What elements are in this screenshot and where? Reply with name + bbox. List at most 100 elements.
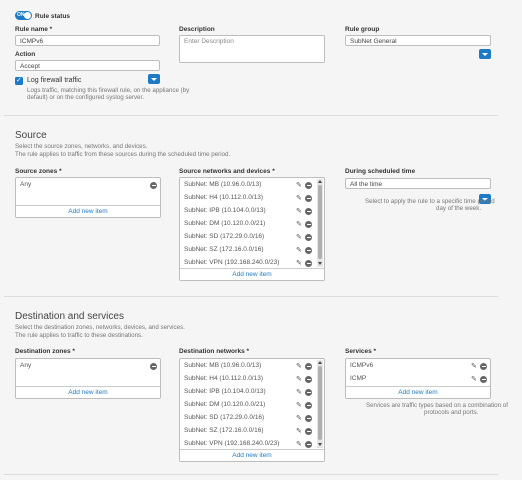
- list-item[interactable]: SubNet: SD (172.29.0.0/16) ✎: [180, 412, 324, 424]
- log-checkbox[interactable]: ✓: [15, 77, 23, 85]
- schedule-select[interactable]: All the time: [345, 178, 491, 189]
- list-item[interactable]: ICMP ✎: [346, 373, 490, 385]
- list-item[interactable]: SubNet: H4 (10.112.0.0/13) ✎: [180, 192, 324, 204]
- list-item-label: SubNet: MB (10.96.0.0/13): [184, 181, 262, 188]
- pencil-icon[interactable]: ✎: [296, 441, 303, 448]
- list-item[interactable]: SubNet: DM (10.120.0.0/21) ✎: [180, 218, 324, 230]
- pencil-icon[interactable]: ✎: [296, 195, 303, 202]
- services-list[interactable]: ICMPv6 ✎ ICMP ✎ Add new item: [345, 358, 491, 399]
- source-zones-list[interactable]: Any Add new item: [15, 177, 161, 218]
- add-destination-zone-button[interactable]: Add new item: [16, 386, 160, 398]
- list-item[interactable]: SubNet: MB (10.96.0.0/13) ✎: [180, 179, 324, 191]
- remove-icon[interactable]: [305, 259, 312, 267]
- list-item[interactable]: SubNet: IPB (10.104.0.0/13) ✎: [180, 386, 324, 398]
- pencil-icon[interactable]: ✎: [296, 234, 303, 241]
- pencil-icon[interactable]: ✎: [471, 376, 478, 383]
- pencil-icon[interactable]: ✎: [296, 182, 303, 189]
- rule-name-value: ICMPv6: [20, 38, 44, 45]
- list-item[interactable]: SubNet: SZ (172.16.0.0/16) ✎: [180, 244, 324, 256]
- list-item-label: SubNet: H4 (10.112.0.0/13): [184, 375, 264, 382]
- list-item[interactable]: SubNet: H4 (10.112.0.0/13) ✎: [180, 373, 324, 385]
- log-dropdown-icon[interactable]: [148, 74, 160, 84]
- action-value: Accept: [20, 63, 40, 70]
- list-item[interactable]: SubNet: SD (172.29.0.0/16) ✎: [180, 231, 324, 243]
- scroll-down-icon[interactable]: [317, 262, 322, 265]
- pencil-icon[interactable]: ✎: [296, 260, 303, 267]
- add-destination-network-button[interactable]: Add new item: [180, 449, 324, 461]
- destination-networks-list[interactable]: SubNet: MB (10.96.0.0/13) ✎ SubNet: H4 (1…: [179, 358, 325, 462]
- description-textarea[interactable]: Enter Description: [179, 35, 325, 63]
- pencil-icon[interactable]: ✎: [296, 428, 303, 435]
- list-item[interactable]: SubNet: DM (10.120.0.0/21) ✎: [180, 399, 324, 411]
- rule-group-dropdown-icon[interactable]: [479, 49, 491, 59]
- pencil-icon[interactable]: ✎: [296, 363, 303, 370]
- pencil-icon[interactable]: ✎: [296, 415, 303, 422]
- remove-icon[interactable]: [305, 220, 312, 228]
- remove-icon[interactable]: [480, 375, 487, 383]
- scrollbar-thumb[interactable]: [318, 185, 322, 259]
- list-item[interactable]: Any: [16, 179, 160, 191]
- remove-icon[interactable]: [305, 362, 312, 370]
- add-source-zone-button[interactable]: Add new item: [16, 205, 160, 217]
- remove-icon[interactable]: [305, 233, 312, 241]
- list-item-label: ICMP: [350, 375, 367, 382]
- action-select[interactable]: Accept: [15, 60, 160, 71]
- pencil-icon[interactable]: ✎: [296, 376, 303, 383]
- list-item-label: SubNet: IPB (10.104.0.0/13): [184, 207, 266, 214]
- list-item[interactable]: ICMPv6 ✎: [346, 360, 490, 372]
- list-item-label: SubNet: H4 (10.112.0.0/13): [184, 194, 264, 201]
- list-item-label: SubNet: IPB (10.104.0.0/13): [184, 388, 266, 395]
- remove-icon[interactable]: [150, 181, 157, 189]
- remove-icon[interactable]: [305, 207, 312, 215]
- remove-icon[interactable]: [305, 375, 312, 383]
- list-item[interactable]: SubNet: SZ (172.16.0.0/16) ✎: [180, 425, 324, 437]
- scrollbar-thumb[interactable]: [318, 366, 322, 440]
- remove-icon[interactable]: [305, 194, 312, 202]
- list-item[interactable]: SubNet: IPB (10.104.0.0/13) ✎: [180, 205, 324, 217]
- pencil-icon[interactable]: ✎: [471, 363, 478, 370]
- scroll-up-icon[interactable]: [317, 180, 322, 183]
- source-title: Source: [15, 130, 47, 141]
- remove-icon[interactable]: [305, 440, 312, 448]
- source-networks-label: Source networks and devices *: [179, 168, 275, 175]
- rule-name-input[interactable]: ICMPv6: [15, 35, 160, 46]
- list-item-label: Any: [20, 362, 32, 369]
- list-item-label: Any: [20, 181, 32, 188]
- pencil-icon[interactable]: ✎: [296, 402, 303, 409]
- add-source-network-button[interactable]: Add new item: [180, 268, 324, 280]
- pencil-icon[interactable]: ✎: [296, 221, 303, 228]
- scroll-down-icon[interactable]: [317, 443, 322, 446]
- scrollbar[interactable]: [317, 179, 323, 267]
- toggle-knob: [24, 12, 31, 19]
- destination-title: Destination and services: [15, 311, 124, 322]
- list-item-label: SubNet: SD (172.29.0.0/16): [184, 414, 265, 421]
- source-desc-line1: Select the source zones, networks, and d…: [15, 143, 148, 150]
- list-item-label: SubNet: VPN (192.168.240.0/23): [184, 440, 280, 447]
- divider-3: [4, 474, 498, 475]
- remove-icon[interactable]: [305, 388, 312, 396]
- source-networks-list[interactable]: SubNet: MB (10.96.0.0/13) ✎ SubNet: H4 (1…: [179, 177, 325, 281]
- pencil-icon[interactable]: ✎: [296, 389, 303, 396]
- remove-icon[interactable]: [150, 362, 157, 370]
- remove-icon[interactable]: [305, 427, 312, 435]
- remove-icon[interactable]: [305, 246, 312, 254]
- list-item[interactable]: Any: [16, 360, 160, 372]
- scrollbar[interactable]: [317, 360, 323, 448]
- remove-icon[interactable]: [305, 181, 312, 189]
- rule-group-select[interactable]: SubNet General: [345, 35, 491, 46]
- list-item[interactable]: SubNet: MB (10.96.0.0/13) ✎: [180, 360, 324, 372]
- rule-name-label: Rule name *: [15, 26, 53, 33]
- schedule-value: All the time: [350, 181, 383, 188]
- rule-status-toggle[interactable]: ON: [15, 11, 32, 20]
- remove-icon[interactable]: [305, 414, 312, 422]
- pencil-icon[interactable]: ✎: [296, 247, 303, 254]
- pencil-icon[interactable]: ✎: [296, 208, 303, 215]
- destination-zones-list[interactable]: Any Add new item: [15, 358, 161, 399]
- list-item-label: SubNet: MB (10.96.0.0/13): [184, 362, 262, 369]
- list-item-label: SubNet: SZ (172.16.0.0/16): [184, 246, 264, 253]
- scroll-up-icon[interactable]: [317, 361, 322, 364]
- add-service-button[interactable]: Add new item: [346, 386, 490, 398]
- remove-icon[interactable]: [305, 401, 312, 409]
- rule-group-value: SubNet General: [350, 38, 397, 45]
- remove-icon[interactable]: [480, 362, 487, 370]
